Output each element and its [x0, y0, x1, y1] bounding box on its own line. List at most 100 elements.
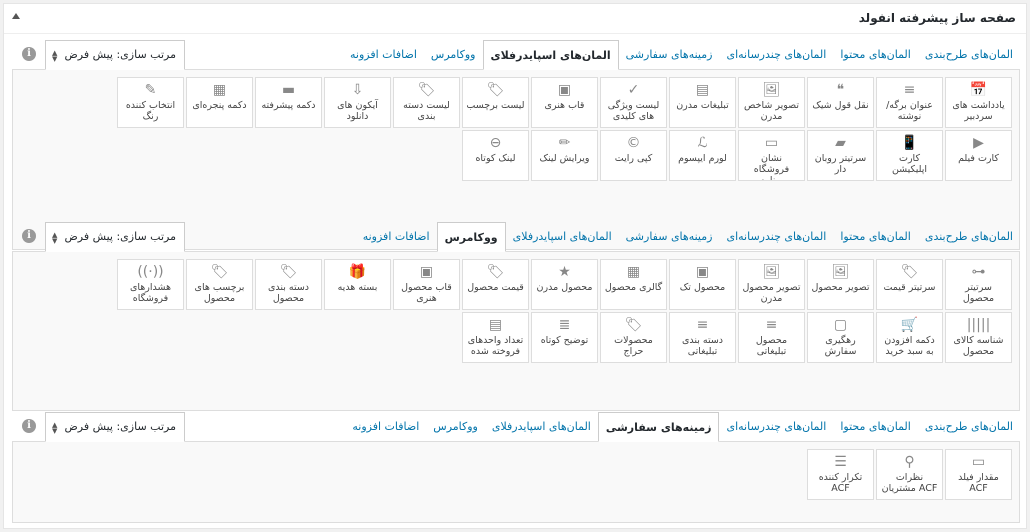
- info-icon[interactable]: i: [22, 47, 36, 61]
- element-tile[interactable]: 🏷 دسته بندی محصول: [255, 259, 322, 310]
- tab-content[interactable]: المان‌های محتوا: [833, 222, 918, 252]
- element-tile[interactable]: © کپی رایت: [600, 130, 667, 181]
- units-icon: ▤: [488, 317, 503, 333]
- element-tile[interactable]: ≡ محصول تبلیغاتی: [738, 312, 805, 363]
- element-tile[interactable]: ▰ سرتیتر روبان دار: [807, 130, 874, 181]
- element-tile[interactable]: ☰ تکرار کننده ACF: [807, 449, 874, 500]
- element-tile-label: محصولات حراج: [614, 335, 653, 357]
- stack-icon: ☰: [834, 454, 847, 470]
- element-tile[interactable]: ▦ گالری محصول: [600, 259, 667, 310]
- element-tile[interactable]: ▣ قاب محصول هنری: [393, 259, 460, 310]
- element-tile[interactable]: 🏷 لیست دسته بندی: [393, 77, 460, 128]
- element-tile[interactable]: ❝ نقل قول شیک: [807, 77, 874, 128]
- element-tile-label: نقل قول شیک: [812, 100, 869, 111]
- list-icon: ≡: [696, 317, 709, 333]
- element-tile[interactable]: ✏ ویرایش لینک: [531, 130, 598, 181]
- quote-icon: ❝: [836, 82, 845, 98]
- element-tile[interactable]: ⚲ نظرات مشتریان ACF: [876, 449, 943, 500]
- element-tile[interactable]: ▭ نشان فروشگاه برنامه: [738, 130, 805, 181]
- element-tile-label: یادداشت های سردبیر: [952, 100, 1005, 122]
- info-icon[interactable]: i: [22, 419, 36, 433]
- tab-content[interactable]: المان‌های محتوا: [833, 40, 918, 70]
- element-tile[interactable]: 🖼 تصویر محصول مدرن: [738, 259, 805, 310]
- tab-woocommerce[interactable]: ووکامرس: [426, 412, 485, 442]
- cart-icon: 🛒: [900, 317, 919, 333]
- phone-icon: 📱: [900, 135, 919, 151]
- sort-select[interactable]: ▲ ▼ مرتب سازی: پیش فرض: [45, 412, 185, 442]
- element-tile[interactable]: ▤ تعداد واحدهای فروخته شده: [462, 312, 529, 363]
- element-tile[interactable]: 🏷 قیمت محصول: [462, 259, 529, 310]
- element-tile-label: قاب محصول هنری: [401, 282, 452, 304]
- sort-select[interactable]: ▲ ▼ مرتب سازی: پیش فرض: [45, 40, 185, 70]
- element-tabs: المان‌های طرح‌بندی المان‌های محتوا المان‌ه…: [356, 222, 1020, 252]
- element-tile[interactable]: 🏷 لیست برچسب: [462, 77, 529, 128]
- tab-layout[interactable]: المان‌های طرح‌بندی: [918, 412, 1020, 442]
- element-tile-label: لینک کوتاه: [475, 153, 516, 164]
- element-tile[interactable]: ||||| شناسه کالای محصول: [945, 312, 1012, 363]
- element-tile[interactable]: ≡ عنوان برگه/نوشته: [876, 77, 943, 128]
- image-icon: 🖼: [831, 264, 850, 280]
- sort-select-label: مرتب سازی: پیش فرض: [64, 420, 176, 433]
- advanced-page-builder-panel: صفحه ساز پیشرفته انفولد i ▲ ▼ مرتب سازی: پی…: [3, 3, 1027, 529]
- element-tile[interactable]: ⊖ لینک کوتاه: [462, 130, 529, 181]
- tab-addons[interactable]: اضافات افزونه: [356, 222, 437, 252]
- tab-addons[interactable]: اضافات افزونه: [343, 40, 424, 70]
- element-tile[interactable]: 📱 کارت اپلیکیشن: [876, 130, 943, 181]
- element-tile[interactable]: 🖼 تصویر شاخص مدرن: [738, 77, 805, 128]
- element-tile[interactable]: ⊶ سرتیتر محصول: [945, 259, 1012, 310]
- tab-layout[interactable]: المان‌های طرح‌بندی: [918, 40, 1020, 70]
- element-tile[interactable]: ℒ لورم ایپسوم: [669, 130, 736, 181]
- element-tile[interactable]: ▬ دکمه پیشرفته: [255, 77, 322, 128]
- element-tile[interactable]: 🏷 سرتیتر قیمت: [876, 259, 943, 310]
- tab-custom-fields[interactable]: زمینه‌های سفارشی: [619, 222, 720, 252]
- element-tile[interactable]: ((·)) هشدارهای فروشگاه: [117, 259, 184, 310]
- element-tile[interactable]: ≣ توضیح کوتاه: [531, 312, 598, 363]
- broadcast-icon: ((·)): [137, 264, 164, 280]
- collapse-toggle-icon[interactable]: [12, 13, 20, 19]
- element-tile[interactable]: ≡ دسته بندی تبلیغاتی: [669, 312, 736, 363]
- box-icon: ▣: [695, 264, 710, 280]
- element-tile-label: تصویر محصول: [811, 282, 870, 293]
- tracking-icon: ▢: [833, 317, 848, 333]
- tab-spiderfly[interactable]: المان‌های اسپایدرفلای: [482, 40, 619, 70]
- element-tile[interactable]: ▭ مقدار فیلد ACF: [945, 449, 1012, 500]
- heading-icon: ≡: [903, 82, 916, 98]
- tab-media[interactable]: المان‌های چندرسانه‌ای: [719, 40, 833, 70]
- element-tile[interactable]: ⇩ آیکون های دانلود: [324, 77, 391, 128]
- element-tile[interactable]: ▶ کارت فیلم: [945, 130, 1012, 181]
- tab-content[interactable]: المان‌های محتوا: [833, 412, 918, 442]
- tab-addons[interactable]: اضافات افزونه: [345, 412, 426, 442]
- element-tile-label: نشان فروشگاه برنامه: [753, 153, 790, 181]
- element-tile-label: مقدار فیلد ACF: [958, 472, 999, 494]
- script-icon: ℒ: [697, 135, 708, 151]
- tab-custom-fields[interactable]: زمینه‌های سفارشی: [597, 412, 720, 442]
- element-tile-label: دکمه پیشرفته: [261, 100, 316, 111]
- element-tile[interactable]: 🛒 دکمه افزودن به سبد خرید: [876, 312, 943, 363]
- info-icon[interactable]: i: [22, 229, 36, 243]
- element-tile[interactable]: ★ محصول مدرن: [531, 259, 598, 310]
- element-tile[interactable]: 📅 یادداشت های سردبیر: [945, 77, 1012, 128]
- check-circle-icon: ✓: [627, 82, 640, 98]
- element-tile[interactable]: ▣ محصول تک: [669, 259, 736, 310]
- sort-select[interactable]: ▲ ▼ مرتب سازی: پیش فرض: [45, 222, 185, 252]
- element-tile[interactable]: ▦ دکمه پنجره‌ای: [186, 77, 253, 128]
- tab-media[interactable]: المان‌های چندرسانه‌ای: [719, 222, 833, 252]
- element-tile[interactable]: 🏷 محصولات حراج: [600, 312, 667, 363]
- tab-woocommerce[interactable]: ووکامرس: [436, 222, 506, 252]
- price-tag-icon: 🏷: [900, 264, 919, 280]
- tab-layout[interactable]: المان‌های طرح‌بندی: [918, 222, 1020, 252]
- element-tile[interactable]: 🏷 برچسب های محصول: [186, 259, 253, 310]
- tab-spiderfly[interactable]: المان‌های اسپایدرفلای: [506, 222, 619, 252]
- tab-custom-fields[interactable]: زمینه‌های سفارشی: [619, 40, 720, 70]
- element-tile[interactable]: ▢ رهگیری سفارش: [807, 312, 874, 363]
- element-tile[interactable]: ✎ انتخاب کننده رنگ: [117, 77, 184, 128]
- element-tile[interactable]: ✓ لیست ویژگی های کلیدی: [600, 77, 667, 128]
- element-tile[interactable]: ▤ تبلیغات مدرن: [669, 77, 736, 128]
- tab-spiderfly[interactable]: المان‌های اسپایدرفلای: [485, 412, 598, 442]
- element-tile[interactable]: ▣ قاب هنری: [531, 77, 598, 128]
- element-tile[interactable]: 🎁 بسته هدیه: [324, 259, 391, 310]
- element-tile-label: لیست ویژگی های کلیدی: [607, 100, 660, 122]
- element-tile[interactable]: 🖼 تصویر محصول: [807, 259, 874, 310]
- tab-woocommerce[interactable]: ووکامرس: [424, 40, 483, 70]
- tab-media[interactable]: المان‌های چندرسانه‌ای: [719, 412, 833, 442]
